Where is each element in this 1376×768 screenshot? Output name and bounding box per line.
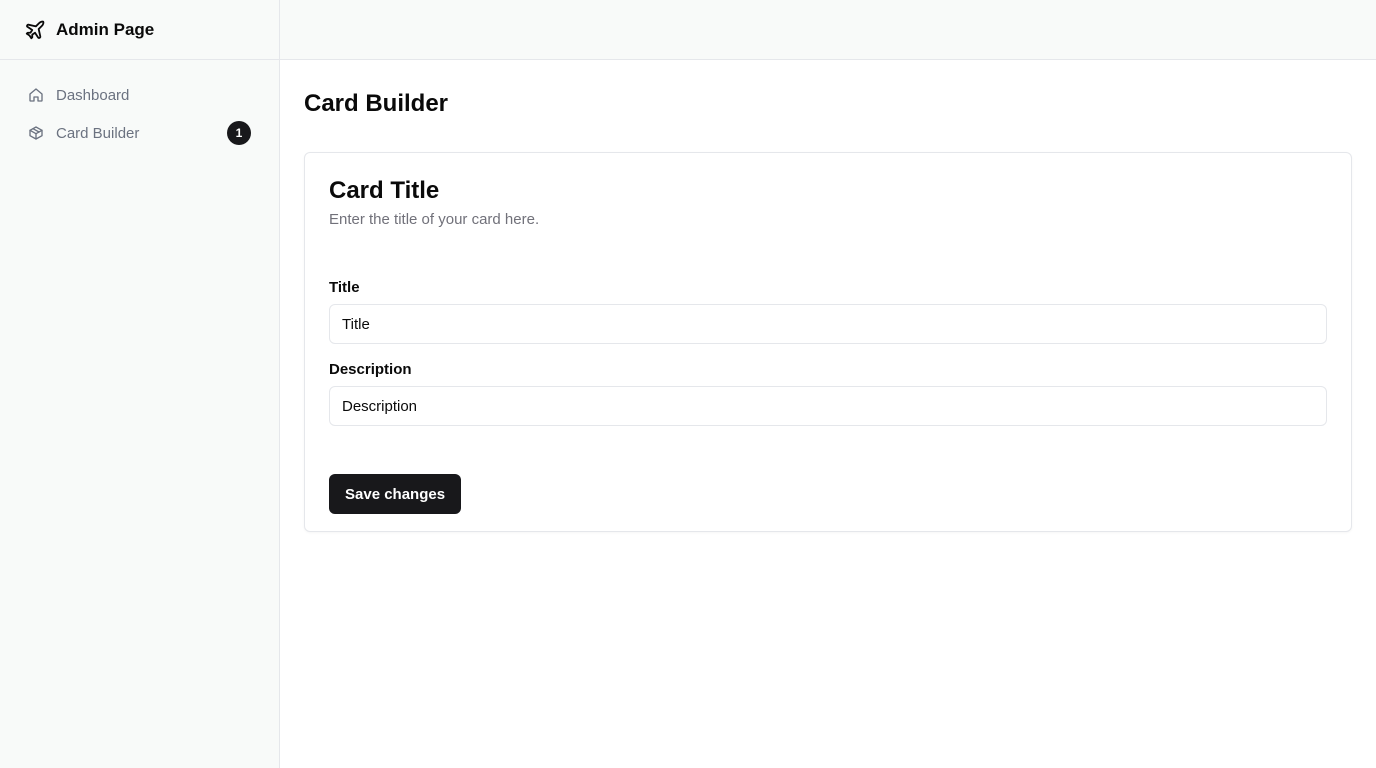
title-input[interactable] — [329, 304, 1327, 344]
card-title: Card Title — [329, 177, 440, 204]
main-area: Card Builder Card Title Enter the title … — [280, 0, 1376, 768]
plane-icon — [24, 19, 46, 41]
home-icon — [28, 87, 44, 103]
sidebar-item-label: Card Builder — [56, 124, 140, 142]
top-bar — [280, 0, 1376, 60]
description-input[interactable] — [329, 386, 1327, 426]
sidebar-item-dashboard[interactable]: Dashboard — [16, 76, 263, 114]
sidebar-nav: Dashboard Card Builder 1 — [0, 60, 279, 152]
card-form: Card Title Enter the title of your card … — [304, 152, 1352, 532]
notification-badge: 1 — [227, 121, 251, 145]
title-field-group: Title — [329, 278, 1327, 344]
content-area: Card Builder Card Title Enter the title … — [280, 60, 1376, 532]
description-label: Description — [329, 361, 412, 378]
package-icon — [28, 125, 44, 141]
sidebar-item-label: Dashboard — [56, 86, 130, 104]
card-description: Enter the title of your card here. — [329, 211, 540, 228]
save-button[interactable]: Save changes — [329, 474, 462, 514]
brand-title: Admin Page — [56, 19, 155, 39]
description-field-group: Description — [329, 360, 1327, 426]
card-form-fields: Title Description — [329, 278, 1327, 426]
sidebar: Admin Page Dashboard Card Builder 1 — [0, 0, 280, 768]
title-label: Title — [329, 279, 360, 296]
brand-header: Admin Page — [0, 0, 279, 60]
app-root: Admin Page Dashboard Card Builder 1 Card… — [0, 0, 1376, 768]
sidebar-item-card-builder[interactable]: Card Builder 1 — [16, 114, 263, 152]
page-title: Card Builder — [304, 90, 449, 117]
